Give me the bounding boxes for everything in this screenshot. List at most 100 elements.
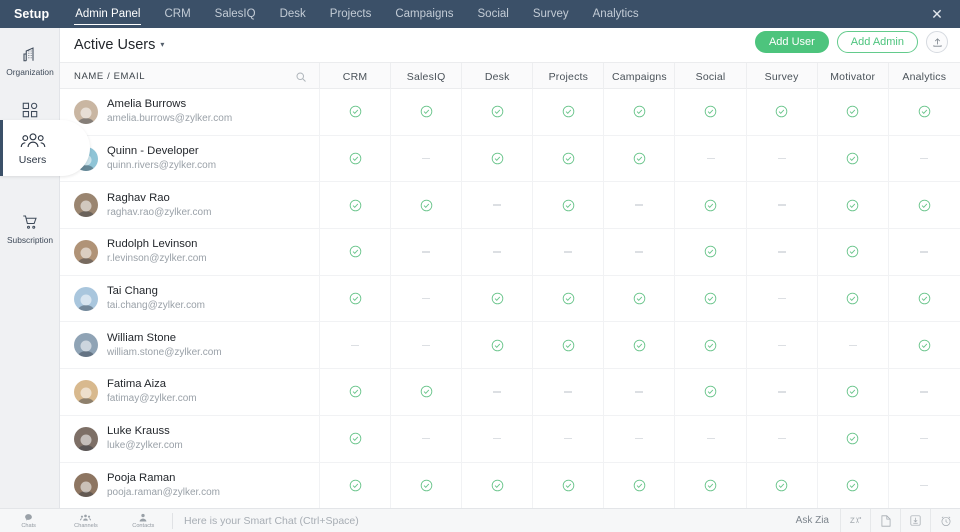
access-granted-cell[interactable] [533, 276, 604, 322]
access-none-cell[interactable] [391, 276, 462, 322]
access-granted-cell[interactable] [391, 463, 462, 509]
top-nav-item[interactable]: Survey [521, 0, 581, 28]
access-none-cell[interactable] [604, 416, 675, 462]
access-granted-cell[interactable] [533, 463, 604, 509]
access-granted-cell[interactable] [604, 276, 675, 322]
access-none-cell[interactable] [391, 136, 462, 182]
sidebar-item-organization[interactable]: Organization [0, 36, 60, 84]
access-none-cell[interactable] [391, 416, 462, 462]
access-granted-cell[interactable] [675, 229, 746, 275]
table-row[interactable]: William Stonewilliam.stone@zylker.com [60, 322, 960, 369]
access-granted-cell[interactable] [675, 369, 746, 415]
search-icon[interactable] [295, 71, 307, 83]
table-row[interactable]: Quinn - Developerquinn.rivers@zylker.com [60, 136, 960, 183]
access-none-cell[interactable] [747, 369, 818, 415]
smart-chat-input[interactable]: Here is your Smart Chat (Ctrl+Space) [173, 509, 785, 532]
table-row[interactable]: Tai Changtai.chang@zylker.com [60, 276, 960, 323]
top-nav-item[interactable]: Admin Panel [63, 0, 152, 28]
access-granted-cell[interactable] [889, 182, 960, 228]
reminder-button[interactable] [930, 509, 960, 532]
top-nav-item[interactable]: CRM [152, 0, 202, 28]
access-granted-cell[interactable] [889, 276, 960, 322]
access-none-cell[interactable] [604, 229, 675, 275]
access-none-cell[interactable] [320, 322, 391, 368]
access-none-cell[interactable] [889, 463, 960, 509]
access-none-cell[interactable] [889, 229, 960, 275]
access-none-cell[interactable] [604, 369, 675, 415]
access-none-cell[interactable] [889, 136, 960, 182]
access-granted-cell[interactable] [747, 463, 818, 509]
access-none-cell[interactable] [533, 369, 604, 415]
access-granted-cell[interactable] [462, 136, 533, 182]
access-granted-cell[interactable] [320, 182, 391, 228]
page-title[interactable]: Active Users▾ [74, 36, 164, 54]
top-nav-item[interactable]: Campaigns [383, 0, 465, 28]
sidebar-item-users[interactable]: Users [0, 120, 90, 176]
table-row[interactable]: Pooja Ramanpooja.raman@zylker.com [60, 463, 960, 510]
add-user-button[interactable]: Add User [755, 31, 829, 53]
table-row[interactable]: Fatima Aizafatimay@zylker.com [60, 369, 960, 416]
access-none-cell[interactable] [391, 322, 462, 368]
access-granted-cell[interactable] [391, 182, 462, 228]
access-granted-cell[interactable] [533, 89, 604, 135]
access-granted-cell[interactable] [675, 89, 746, 135]
upload-button[interactable] [926, 31, 948, 53]
access-granted-cell[interactable] [604, 136, 675, 182]
access-none-cell[interactable] [675, 416, 746, 462]
access-none-cell[interactable] [889, 416, 960, 462]
access-none-cell[interactable] [747, 182, 818, 228]
access-granted-cell[interactable] [320, 276, 391, 322]
top-nav-item[interactable]: Projects [318, 0, 384, 28]
top-nav-item[interactable]: Analytics [581, 0, 651, 28]
access-granted-cell[interactable] [604, 322, 675, 368]
access-granted-cell[interactable] [391, 89, 462, 135]
access-none-cell[interactable] [675, 136, 746, 182]
access-granted-cell[interactable] [818, 463, 889, 509]
access-none-cell[interactable] [604, 182, 675, 228]
top-nav-item[interactable]: SalesIQ [203, 0, 268, 28]
access-granted-cell[interactable] [818, 89, 889, 135]
access-granted-cell[interactable] [818, 229, 889, 275]
access-granted-cell[interactable] [462, 322, 533, 368]
close-icon[interactable]: ✕ [926, 0, 948, 28]
top-nav-item[interactable]: Social [466, 0, 521, 28]
access-none-cell[interactable] [462, 229, 533, 275]
access-granted-cell[interactable] [818, 182, 889, 228]
document-button[interactable] [870, 509, 900, 532]
access-none-cell[interactable] [533, 229, 604, 275]
table-row[interactable]: Amelia Burrowsamelia.burrows@zylker.com [60, 89, 960, 136]
add-admin-button[interactable]: Add Admin [837, 31, 918, 53]
table-row[interactable]: Rudolph Levinsonr.levinson@zylker.com [60, 229, 960, 276]
access-granted-cell[interactable] [604, 89, 675, 135]
bottom-tab-channels[interactable]: Channels [57, 509, 114, 532]
access-none-cell[interactable] [462, 416, 533, 462]
access-granted-cell[interactable] [818, 369, 889, 415]
access-granted-cell[interactable] [320, 463, 391, 509]
access-granted-cell[interactable] [675, 182, 746, 228]
access-granted-cell[interactable] [462, 463, 533, 509]
access-none-cell[interactable] [818, 322, 889, 368]
access-granted-cell[interactable] [533, 136, 604, 182]
access-granted-cell[interactable] [462, 89, 533, 135]
bottom-tab-contacts[interactable]: Contacts [115, 509, 172, 532]
download-button[interactable] [900, 509, 930, 532]
access-granted-cell[interactable] [320, 229, 391, 275]
access-granted-cell[interactable] [675, 463, 746, 509]
access-granted-cell[interactable] [889, 89, 960, 135]
access-granted-cell[interactable] [533, 322, 604, 368]
access-none-cell[interactable] [747, 276, 818, 322]
zia-button[interactable] [840, 509, 870, 532]
access-none-cell[interactable] [462, 182, 533, 228]
table-row[interactable]: Luke Kraussluke@zylker.com [60, 416, 960, 463]
access-none-cell[interactable] [889, 369, 960, 415]
access-granted-cell[interactable] [818, 276, 889, 322]
bottom-tab-chats[interactable]: Chats [0, 509, 57, 532]
access-granted-cell[interactable] [747, 89, 818, 135]
table-row[interactable]: Raghav Raoraghav.rao@zylker.com [60, 182, 960, 229]
access-none-cell[interactable] [747, 229, 818, 275]
access-granted-cell[interactable] [818, 416, 889, 462]
access-granted-cell[interactable] [320, 89, 391, 135]
access-granted-cell[interactable] [675, 276, 746, 322]
access-none-cell[interactable] [533, 416, 604, 462]
chevron-down-icon[interactable]: ▾ [160, 40, 164, 49]
